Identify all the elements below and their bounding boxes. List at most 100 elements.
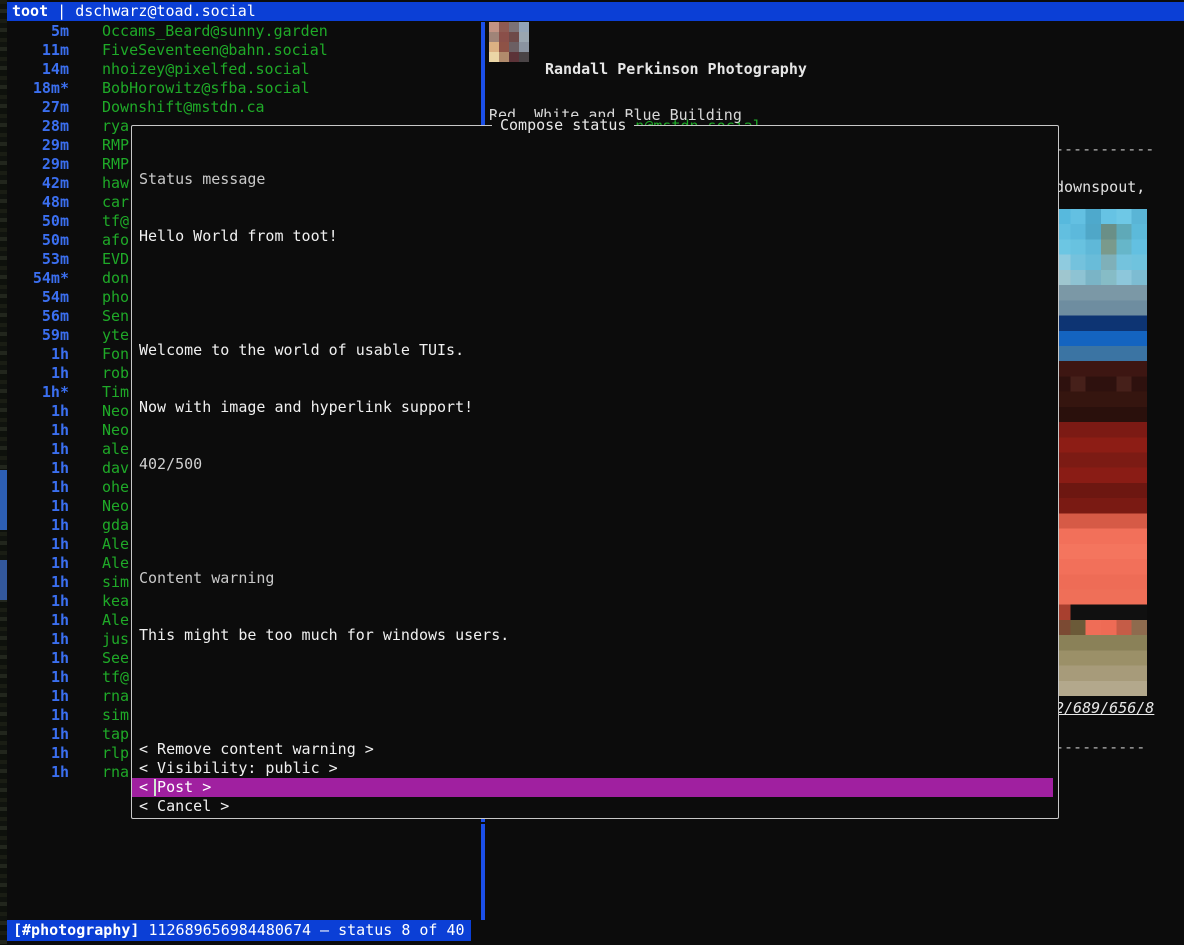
status-bar: [#photography] 112689656984480674 — stat…: [7, 920, 1184, 941]
timeline-row-gap: [69, 60, 102, 79]
timeline-row-age: 1h: [50, 668, 69, 686]
timeline-row-account: rya: [102, 117, 130, 135]
timeline-row-age: 1h: [50, 402, 69, 420]
timeline-row-age: 53m: [41, 250, 69, 268]
timeline-row-account: Neo: [102, 421, 130, 439]
content-warning-input[interactable]: This might be too much for windows users…: [139, 626, 1058, 645]
timeline-row-age: 5m: [50, 22, 69, 40]
app-name: toot: [12, 2, 49, 20]
timeline-row-age: 1h: [50, 573, 69, 591]
timeline-scrollbar-thumb[interactable]: [0, 470, 7, 530]
timeline-row-gap: [69, 288, 102, 307]
timeline-row-gap: [69, 174, 102, 193]
avatar[interactable]: [489, 22, 529, 62]
timeline-row[interactable]: 11m FiveSeventeen@bahn.social: [9, 41, 479, 60]
timeline-row-gap: [69, 535, 102, 554]
timeline-row-gap: [69, 117, 102, 136]
timeline-row-account: kea: [102, 592, 130, 610]
timeline-row-account: Occams_Beard@sunny.garden: [102, 22, 328, 40]
timeline-row-gap: [69, 98, 102, 117]
timeline-row-age: 1h: [50, 554, 69, 572]
timeline-scrollbar-thumb-secondary[interactable]: [0, 560, 7, 600]
timeline-row-account: sim: [102, 706, 130, 724]
timeline-row-gap: [69, 250, 102, 269]
display-name: Randall Perkinson Photography: [545, 60, 807, 78]
status-bar-filler: [470, 920, 1184, 941]
timeline-row-account: gda: [102, 516, 130, 534]
timeline-row-age: 1h: [50, 611, 69, 629]
timeline-row-gap: [69, 459, 102, 478]
timeline-row-gap: [69, 155, 102, 174]
status-message-line-3[interactable]: Now with image and hyperlink support!: [139, 398, 1058, 417]
timeline-row-account: Sen: [102, 307, 130, 325]
status-message-line-1[interactable]: Hello World from toot!: [139, 227, 1058, 246]
timeline-row-account: nhoizey@pixelfed.social: [102, 60, 310, 78]
timeline-row-account: ale: [102, 440, 130, 458]
timeline-row-account: don: [102, 269, 130, 287]
timeline-row-age: 59m: [41, 326, 69, 344]
timeline-row-age: 1h*: [41, 383, 69, 401]
horizontal-rule-top: -----------: [1055, 140, 1155, 158]
compose-status-dialog: Compose status Status message Hello Worl…: [131, 117, 1059, 819]
timeline-row-gap: [69, 421, 102, 440]
timeline-row-gap: [69, 554, 102, 573]
timeline-row-age: 1h: [50, 440, 69, 458]
dialog-options[interactable]: < Remove content warning > < Visibility: …: [132, 740, 1058, 816]
timeline-row-gap: [69, 573, 102, 592]
timeline-row-account: tf@: [102, 668, 130, 686]
timeline-row-gap: [69, 744, 102, 763]
timeline-row[interactable]: 18m* BobHorowitz@sfba.social: [9, 79, 479, 98]
timeline-row-age: 1h: [50, 478, 69, 496]
timeline-row-gap: [69, 79, 102, 98]
timeline-row-gap: [69, 725, 102, 744]
terminal-screen: toot | dschwarz@toad.social 5m Occams_Bea…: [0, 0, 1184, 945]
timeline-row[interactable]: 5m Occams_Beard@sunny.garden: [9, 22, 479, 41]
status-media-column: ----------- downspout, 2/689/656/8 -----…: [1055, 140, 1184, 757]
timeline-row-account: Downshift@mstdn.ca: [102, 98, 265, 116]
timeline-row-account: car: [102, 193, 130, 211]
timeline-row-gap: [69, 326, 102, 345]
status-photo-thumbnail[interactable]: [1055, 209, 1147, 696]
timeline-row-gap: [69, 383, 102, 402]
timeline-row-age: 1h: [50, 516, 69, 534]
dialog-option[interactable]: < Remove content warning >: [139, 740, 1058, 759]
timeline-tag[interactable]: [#photography]: [13, 921, 139, 939]
timeline-row-account: tap: [102, 725, 130, 743]
timeline-row-age: 1h: [50, 744, 69, 762]
timeline-row-age: 56m: [41, 307, 69, 325]
timeline-row-age: 54m*: [32, 269, 69, 287]
timeline-row-age: 1h: [50, 725, 69, 743]
text-cursor: [154, 779, 156, 796]
timeline-row-age: 42m: [41, 174, 69, 192]
timeline-row-account: Ale: [102, 611, 130, 629]
dialog-option[interactable]: < Cancel >: [139, 797, 1058, 816]
media-link[interactable]: 2/689/656/8: [1055, 699, 1184, 718]
timeline-row-account: haw: [102, 174, 130, 192]
timeline-row-account: jus: [102, 630, 130, 648]
timeline-row-account: RMP: [102, 155, 130, 173]
timeline-row[interactable]: 27m Downshift@mstdn.ca: [9, 98, 479, 117]
timeline-row-age: 11m: [41, 41, 69, 59]
timeline-row-account: BobHorowitz@sfba.social: [102, 79, 310, 97]
status-message-label: Status message: [139, 170, 266, 188]
timeline-row-gap: [69, 687, 102, 706]
timeline-row-account: ohe: [102, 478, 130, 496]
timeline-row-account: Tim: [102, 383, 130, 401]
dialog-option[interactable]: < Visibility: public >: [139, 759, 1058, 778]
status-message-line-2[interactable]: Welcome to the world of usable TUIs.: [139, 341, 1058, 360]
timeline-row-gap: [69, 364, 102, 383]
detail-header: Randall Perkinson Photography RMPerkinso…: [489, 22, 1184, 135]
timeline-row-account: See: [102, 649, 130, 667]
timeline-row-account: Neo: [102, 497, 130, 515]
timeline-row-gap: [69, 212, 102, 231]
timeline-row-age: 48m: [41, 193, 69, 211]
character-counter: 402/500: [139, 455, 203, 473]
title-bar: toot | dschwarz@toad.social: [7, 2, 1184, 21]
timeline-row[interactable]: 14m nhoizey@pixelfed.social: [9, 60, 479, 79]
wrapped-word: downspout,: [1055, 178, 1146, 196]
timeline-row-account: tf@: [102, 212, 130, 230]
dialog-option[interactable]: < Post >: [132, 778, 1053, 797]
